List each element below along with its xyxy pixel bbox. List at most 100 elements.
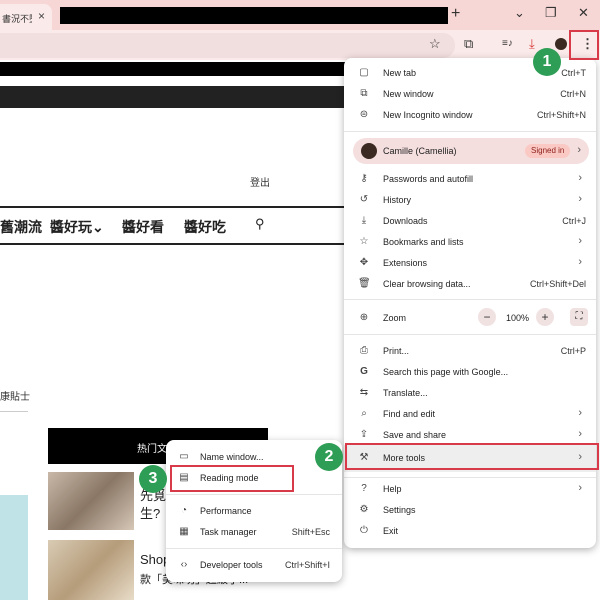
step-badge-1: 1: [533, 48, 561, 76]
close-window-button[interactable]: ✕: [578, 5, 589, 21]
profile-avatar[interactable]: [555, 38, 567, 50]
menu-shortcut: Ctrl+Shift+Del: [529, 279, 586, 289]
chevron-right-icon: ›: [577, 144, 581, 156]
menu-separator: [344, 299, 596, 300]
menu-item-find-edit[interactable]: ⌕ Find and edit ›: [344, 404, 596, 425]
menu-label: Help: [383, 484, 402, 494]
avatar: [361, 143, 377, 159]
translate-icon: ⇆: [359, 387, 369, 398]
menu-label: Clear browsing data...: [383, 279, 471, 289]
submenu-item-performance[interactable]: ◔ Performance: [166, 501, 342, 521]
nav-item-play[interactable]: 醬好玩⌄: [50, 217, 104, 237]
incognito-icon: ⊜: [359, 109, 369, 120]
article-title-line[interactable]: 生?: [140, 503, 160, 522]
bookmark-star-icon[interactable]: ☆: [429, 36, 441, 52]
health-tip-label[interactable]: 康貼士: [0, 388, 30, 403]
menu-label: History: [383, 195, 412, 205]
signed-in-badge: Signed in: [525, 144, 571, 158]
help-icon: ?: [361, 483, 367, 494]
nav-item-eat[interactable]: 醬好吃: [184, 217, 226, 237]
tab-title: 書況不墮: [2, 14, 32, 24]
redacted-banner: [0, 62, 345, 76]
chevron-right-icon: ›: [578, 482, 582, 494]
trash-icon: 🗑: [358, 278, 371, 289]
menu-shortcut: Ctrl+P: [560, 346, 586, 356]
menu-shortcut: Ctrl+T: [561, 68, 586, 78]
minimize-button[interactable]: ⌄: [514, 5, 525, 21]
restore-button[interactable]: ❐: [545, 5, 557, 21]
menu-item-translate[interactable]: ⇆ Translate...: [344, 383, 596, 404]
sidebar-divider: [0, 411, 28, 412]
menu-item-extensions[interactable]: ✥ Extensions ›: [344, 253, 596, 274]
submenu-item-developer-tools[interactable]: ‹› Developer tools Ctrl+Shift+I: [166, 555, 342, 575]
submenu-item-task-manager[interactable]: ▦ Task manager Shift+Esc: [166, 522, 342, 542]
chevron-right-icon: ›: [578, 235, 582, 247]
share-icon: ⇪: [359, 429, 369, 440]
logout-link[interactable]: 登出: [250, 174, 270, 189]
menu-label: Search this page with Google...: [383, 367, 509, 377]
menu-separator: [344, 477, 596, 478]
menu-label: New tab: [383, 68, 417, 78]
step-badge-2: 2: [315, 443, 343, 471]
menu-item-new-window[interactable]: ⧉ New window Ctrl+N: [344, 84, 596, 105]
print-icon: ⎙: [360, 345, 368, 356]
menu-label: Extensions: [383, 258, 428, 268]
profile-chip[interactable]: Camille (Camellia) Signed in ›: [353, 138, 589, 164]
site-search-icon[interactable]: ⚲: [255, 216, 265, 232]
code-icon: ‹›: [180, 559, 188, 570]
chevron-right-icon: ›: [578, 193, 582, 205]
menu-item-passwords[interactable]: ⚷ Passwords and autofill ›: [344, 169, 596, 190]
menu-item-settings[interactable]: ⚙ Settings: [344, 500, 596, 521]
menu-label: Zoom: [383, 313, 407, 323]
menu-item-bookmarks[interactable]: ☆ Bookmarks and lists ›: [344, 232, 596, 253]
submenu-shortcut: Ctrl+Shift+I: [284, 560, 330, 570]
menu-label: New window: [383, 89, 434, 99]
chevron-right-icon: ›: [578, 428, 582, 440]
article-thumbnail[interactable]: [48, 472, 134, 530]
google-icon: G: [360, 366, 368, 377]
media-icon[interactable]: ≡♪: [502, 38, 513, 49]
menu-item-history[interactable]: ↺ History ›: [344, 190, 596, 211]
new-window-icon: ⧉: [360, 88, 368, 99]
nav-divider-bottom: [0, 243, 345, 245]
menu-label: Settings: [383, 505, 416, 515]
menu-separator: [344, 131, 596, 132]
new-tab-button[interactable]: +: [451, 5, 460, 23]
extensions-icon[interactable]: ⧉: [464, 36, 473, 52]
nav-divider-top: [0, 206, 345, 208]
highlight-reading-mode: [170, 465, 294, 492]
submenu-shortcut: Shift+Esc: [291, 527, 330, 537]
chevron-right-icon: ›: [578, 172, 582, 184]
address-bar[interactable]: [0, 33, 455, 58]
zoom-in-button[interactable]: +: [536, 308, 554, 326]
menu-item-print[interactable]: ⎙ Print... Ctrl+P: [344, 341, 596, 362]
menu-item-downloads[interactable]: ⤓ Downloads Ctrl+J: [344, 211, 596, 232]
download-icon[interactable]: ⤓: [529, 36, 535, 52]
menu-item-search-google[interactable]: G Search this page with Google...: [344, 362, 596, 383]
submenu-label: Developer tools: [200, 560, 263, 570]
menu-item-exit[interactable]: ⏻ Exit: [344, 521, 596, 542]
highlight-menu-button: [569, 30, 599, 60]
highlight-more-tools: [345, 443, 599, 470]
zoom-out-button[interactable]: −: [478, 308, 496, 326]
step-badge-3: 3: [139, 465, 167, 493]
menu-item-incognito[interactable]: ⊜ New Incognito window Ctrl+Shift+N: [344, 105, 596, 126]
fullscreen-button[interactable]: ⛶: [570, 308, 588, 326]
nav-item-watch[interactable]: 醬好看: [122, 217, 164, 237]
zoom-icon: ⊕: [359, 312, 369, 323]
menu-shortcut: Ctrl+N: [560, 89, 586, 99]
menu-separator: [344, 334, 596, 335]
site-header-bar: [0, 86, 345, 108]
menu-item-help[interactable]: ? Help ›: [344, 479, 596, 500]
menu-item-clear-data[interactable]: 🗑 Clear browsing data... Ctrl+Shift+Del: [344, 274, 596, 295]
browser-tab[interactable]: 書況不墮 ×: [0, 4, 52, 30]
article-thumbnail[interactable]: [48, 540, 134, 600]
nav-item-trend[interactable]: 舊潮流: [0, 217, 42, 237]
performance-icon: ◔: [180, 505, 188, 516]
menu-label: Find and edit: [383, 409, 436, 419]
history-icon: ↺: [359, 194, 369, 205]
menu-label: Passwords and autofill: [383, 174, 474, 184]
tab-close-icon[interactable]: ×: [38, 9, 45, 23]
submenu-label: Name window...: [200, 452, 264, 462]
profile-name: Camille (Camellia): [383, 146, 457, 156]
